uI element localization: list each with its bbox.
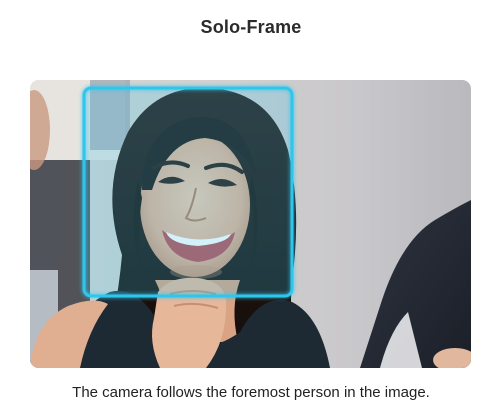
face-tracking-frame — [82, 86, 294, 298]
demo-photo — [30, 80, 471, 368]
page-title: Solo-Frame — [200, 17, 302, 37]
caption-text: The camera follows the foremost person i… — [72, 384, 430, 401]
